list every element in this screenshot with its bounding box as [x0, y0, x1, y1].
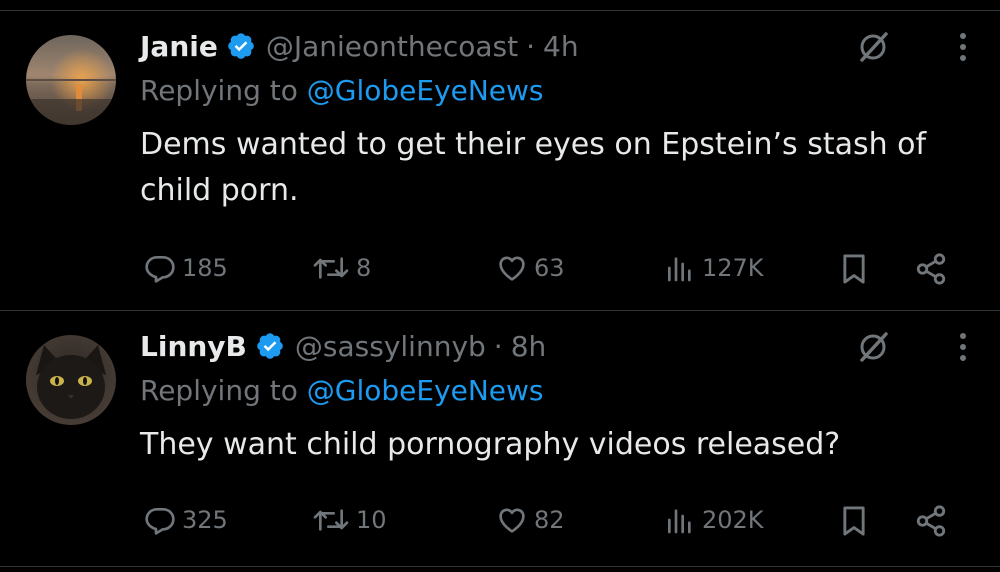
avatar[interactable] [26, 335, 116, 425]
view-count: 202K [702, 506, 764, 534]
verified-badge-icon[interactable] [255, 331, 285, 361]
action-bar: 325 10 82 202K [140, 500, 960, 540]
separator-dot: · [493, 329, 503, 363]
reply-mention-link[interactable]: @GlobeEyeNews [307, 374, 544, 407]
tweet-2[interactable]: LinnyB @sassylinnyb · 8h Replying to @Gl… [0, 326, 1000, 566]
reply-count: 325 [182, 506, 228, 534]
tweet-1[interactable]: Janie @Janieonthecoast · 4h Replying to … [0, 26, 1000, 296]
replying-to: Replying to @GlobeEyeNews [140, 74, 544, 107]
replying-prefix: Replying to [140, 74, 298, 107]
timestamp[interactable]: 4h [543, 30, 579, 63]
user-handle[interactable]: @Janieonthecoast [266, 30, 518, 63]
bookmark-icon[interactable] [838, 252, 870, 286]
tweet-header: Janie @Janieonthecoast · 4h [140, 26, 579, 66]
tweet-header: LinnyB @sassylinnyb · 8h [140, 326, 546, 366]
views-icon [668, 257, 691, 282]
action-bar: 185 8 63 127K [140, 248, 960, 288]
timestamp[interactable]: 8h [511, 330, 547, 363]
views-button[interactable]: 202K [664, 500, 764, 540]
sunset-beach-avatar [26, 35, 116, 125]
repost-button[interactable]: 8 [312, 248, 371, 288]
avatar[interactable] [26, 35, 116, 125]
repost-count: 10 [356, 506, 387, 534]
reply-mention-link[interactable]: @GlobeEyeNews [307, 74, 544, 107]
views-button[interactable]: 127K [664, 248, 764, 288]
replying-prefix: Replying to [140, 374, 298, 407]
bookmark-icon[interactable] [838, 504, 870, 538]
like-button[interactable]: 63 [496, 248, 565, 288]
repost-icon [313, 509, 349, 531]
display-name[interactable]: LinnyB [140, 330, 247, 363]
view-count: 127K [702, 254, 764, 282]
grok-icon[interactable] [856, 30, 890, 64]
user-handle[interactable]: @sassylinnyb [295, 330, 486, 363]
repost-button[interactable]: 10 [312, 500, 387, 540]
display-name[interactable]: Janie [140, 30, 218, 63]
heart-icon [499, 256, 525, 281]
reply-button[interactable]: 325 [144, 500, 228, 540]
views-icon [668, 509, 691, 534]
reply-icon [145, 508, 175, 535]
reply-icon [145, 255, 175, 283]
share-icon[interactable] [914, 504, 948, 538]
tweet-text: They want child pornography videos relea… [140, 427, 841, 462]
tweet-divider [0, 310, 1000, 311]
tweet-text: Dems wanted to get their eyes on Epstein… [140, 127, 927, 208]
share-icon[interactable] [914, 252, 948, 286]
heart-icon [499, 508, 525, 533]
like-button[interactable]: 82 [496, 500, 565, 540]
black-cat-avatar [26, 335, 116, 425]
more-icon[interactable] [956, 28, 970, 66]
more-icon[interactable] [956, 328, 970, 366]
like-count: 82 [534, 506, 565, 534]
repost-count: 8 [356, 254, 372, 282]
reply-count: 185 [182, 254, 228, 282]
reply-button[interactable]: 185 [144, 248, 228, 288]
repost-icon [313, 257, 349, 279]
top-divider [0, 10, 1000, 11]
verified-badge-icon[interactable] [226, 31, 256, 61]
bottom-divider [0, 566, 1000, 567]
separator-dot: · [526, 29, 535, 63]
replying-to: Replying to @GlobeEyeNews [140, 374, 544, 407]
like-count: 63 [534, 254, 565, 282]
grok-icon[interactable] [856, 330, 890, 364]
